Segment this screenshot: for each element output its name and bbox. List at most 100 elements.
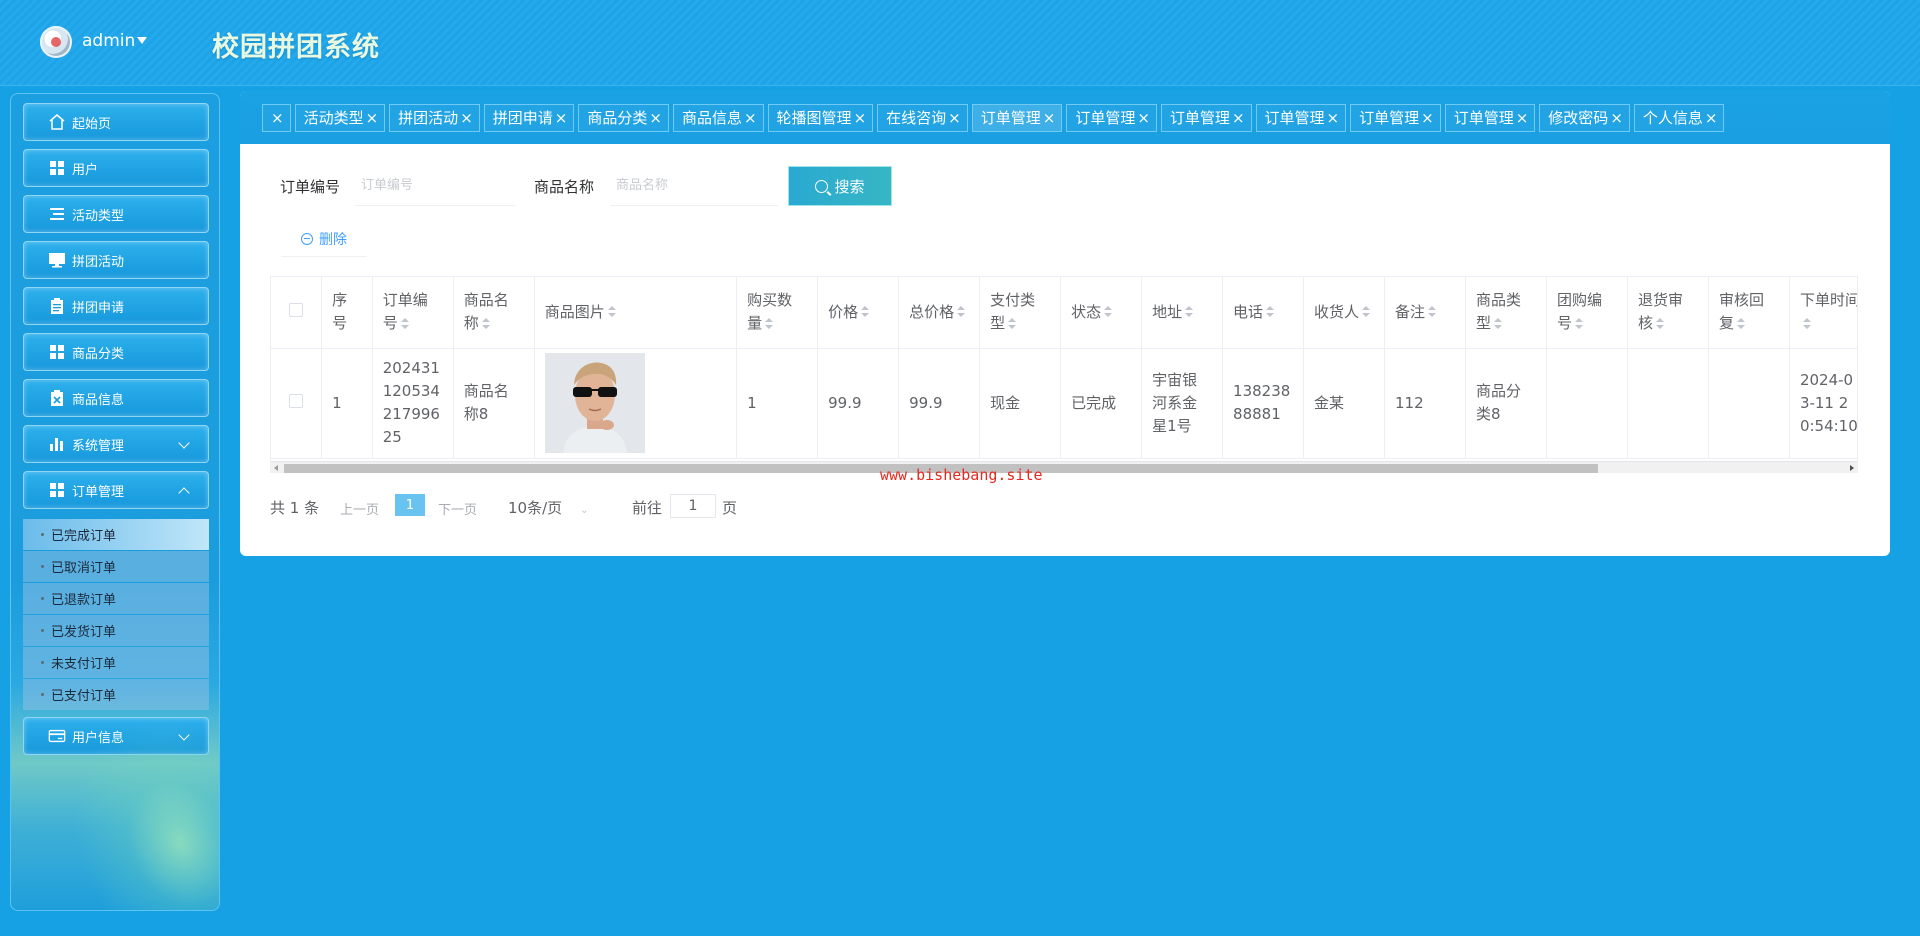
close-icon[interactable]: × — [366, 109, 379, 127]
th-price[interactable]: 价格 — [817, 277, 900, 349]
order-no-input[interactable] — [355, 166, 515, 206]
tab-item[interactable]: 活动类型 × — [294, 103, 386, 132]
select-all-checkbox[interactable] — [289, 302, 304, 317]
close-icon[interactable]: × — [555, 109, 568, 127]
th-phone[interactable]: 电话 — [1222, 277, 1305, 349]
sidebar-item-system-manage[interactable]: 系统管理 — [23, 425, 209, 463]
sort-icon[interactable] — [957, 306, 966, 318]
submenu-paid-orders[interactable]: 已支付订单 — [23, 679, 209, 710]
th-status[interactable]: 状态 — [1060, 277, 1143, 349]
close-icon[interactable]: × — [1043, 109, 1056, 127]
sort-icon[interactable] — [1362, 306, 1371, 318]
close-icon[interactable]: × — [1610, 109, 1623, 127]
sort-icon[interactable] — [1494, 317, 1503, 330]
sort-icon[interactable] — [1736, 317, 1745, 330]
tab-item[interactable]: 订单管理 × — [1444, 103, 1536, 132]
sort-icon[interactable] — [1655, 317, 1664, 330]
sort-icon[interactable] — [1185, 306, 1194, 318]
delete-button[interactable]: 删除 — [281, 221, 367, 257]
tab-item[interactable]: 个人信息 × — [1633, 103, 1725, 132]
tab-item-active[interactable]: 订单管理 × — [971, 103, 1063, 132]
tab-item[interactable]: 在线咨询 × — [877, 103, 968, 132]
close-icon[interactable]: × — [854, 109, 867, 127]
th-remark[interactable]: 备注 — [1384, 277, 1466, 349]
next-page-button[interactable]: 下一页 — [438, 499, 477, 518]
prev-page-button[interactable]: 上一页 — [340, 499, 379, 518]
sidebar-item-group-apply[interactable]: 拼团申请 — [23, 287, 209, 325]
scroll-left-icon[interactable] — [274, 465, 278, 471]
page-size-select[interactable]: 10条/页 ⌄ — [508, 497, 589, 518]
submenu-shipped-orders[interactable]: 已发货订单 — [23, 615, 209, 646]
sidebar-item-user-info[interactable]: 用户信息 — [23, 717, 209, 755]
th-product-image[interactable]: 商品图片 — [534, 277, 738, 349]
close-icon[interactable]: × — [948, 109, 961, 127]
sidebar-item-group-activity[interactable]: 拼团活动 — [23, 241, 209, 279]
sidebar-item-home[interactable]: 起始页 — [23, 103, 209, 141]
product-name-input[interactable] — [610, 166, 778, 206]
th-review-reply[interactable]: 审核回复 — [1708, 277, 1790, 349]
sidebar-item-order-manage[interactable]: 订单管理 — [23, 471, 209, 509]
close-icon[interactable]: × — [1232, 109, 1245, 127]
sort-icon[interactable] — [1802, 317, 1811, 330]
th-address[interactable]: 地址 — [1141, 277, 1224, 349]
th-product-name[interactable]: 商品名称 — [453, 277, 535, 349]
horizontal-scrollbar[interactable] — [270, 461, 1858, 473]
th-quantity[interactable]: 购买数量 — [736, 277, 819, 349]
user-name[interactable]: admin — [82, 31, 135, 51]
th-total[interactable]: 总价格 — [898, 277, 981, 349]
sidebar-item-product-info[interactable]: 商品信息 — [23, 379, 209, 417]
goto-page-input[interactable] — [670, 494, 716, 518]
submenu-unpaid-orders[interactable]: 未支付订单 — [23, 647, 209, 678]
close-icon[interactable]: × — [649, 109, 662, 127]
tab-item[interactable]: 轮播图管理 × — [767, 103, 874, 132]
product-image[interactable] — [544, 353, 645, 453]
tab-item[interactable]: 商品信息 × — [672, 103, 764, 132]
submenu-cancelled-orders[interactable]: 已取消订单 — [23, 551, 209, 582]
tab-item[interactable]: 订单管理 × — [1255, 103, 1347, 132]
row-checkbox[interactable] — [289, 393, 304, 408]
th-order-time[interactable]: 下单时间 — [1789, 277, 1857, 349]
search-button[interactable]: 搜索 — [788, 166, 892, 206]
tab-close-home[interactable]: × — [262, 103, 291, 132]
sidebar-item-product-category[interactable]: 商品分类 — [23, 333, 209, 371]
page-number-current[interactable]: 1 — [395, 494, 425, 516]
th-group-no[interactable]: 团购编号 — [1546, 277, 1628, 349]
sidebar-item-users[interactable]: 用户 — [23, 149, 209, 187]
sort-icon[interactable] — [1104, 306, 1113, 318]
sort-icon[interactable] — [481, 317, 490, 330]
table-row[interactable]: 1 20243112053421799625 商品名称8 1 99.9 99.9… — [271, 348, 1857, 459]
sort-icon[interactable] — [861, 306, 870, 318]
scroll-right-icon[interactable] — [1850, 465, 1854, 471]
tab-item[interactable]: 拼团申请 × — [483, 103, 575, 132]
close-icon[interactable]: × — [460, 109, 473, 127]
close-icon[interactable]: × — [1705, 109, 1718, 127]
submenu-completed-orders[interactable]: 已完成订单 — [23, 519, 209, 550]
sort-icon[interactable] — [1575, 317, 1583, 330]
sort-icon[interactable] — [607, 306, 616, 318]
th-order-no[interactable]: 订单编号 — [372, 277, 454, 349]
th-receiver[interactable]: 收货人 — [1303, 277, 1386, 349]
tab-item[interactable]: 订单管理 × — [1066, 103, 1157, 132]
close-icon[interactable]: × — [1327, 109, 1340, 127]
sort-icon[interactable] — [765, 317, 774, 330]
sort-icon[interactable] — [1266, 306, 1275, 318]
close-icon[interactable]: × — [1516, 109, 1529, 127]
tab-item[interactable]: 商品分类 × — [578, 103, 669, 132]
caret-down-icon[interactable] — [137, 37, 147, 44]
sort-icon[interactable] — [1428, 306, 1437, 318]
submenu-refunded-orders[interactable]: 已退款订单 — [23, 583, 209, 614]
sort-icon[interactable] — [400, 317, 409, 330]
close-icon[interactable]: × — [744, 109, 757, 127]
th-pay-type[interactable]: 支付类型 — [979, 277, 1062, 349]
tab-item[interactable]: 订单管理 × — [1350, 103, 1441, 132]
sort-icon[interactable] — [1008, 317, 1017, 330]
sidebar-item-activity-type[interactable]: 活动类型 — [23, 195, 209, 233]
tab-item[interactable]: 拼团活动 × — [389, 103, 480, 132]
th-product-type[interactable]: 商品类型 — [1465, 277, 1547, 349]
th-return-review[interactable]: 退货审核 — [1627, 277, 1709, 349]
close-icon[interactable]: × — [1137, 109, 1150, 127]
close-icon[interactable]: × — [271, 109, 284, 127]
close-icon[interactable]: × — [1421, 109, 1434, 127]
tab-item[interactable]: 订单管理 × — [1160, 103, 1252, 132]
tab-item[interactable]: 修改密码 × — [1539, 103, 1630, 132]
